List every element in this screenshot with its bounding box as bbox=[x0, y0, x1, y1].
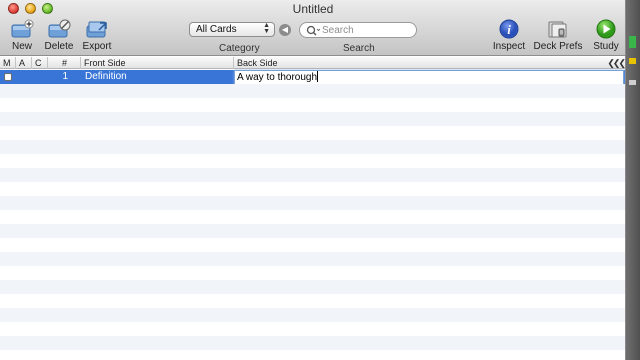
table-header: M A C # Front Side Back Side ❮❮❮ bbox=[0, 57, 625, 69]
category-label: Category bbox=[219, 43, 260, 54]
empty-row bbox=[0, 322, 625, 336]
empty-row bbox=[0, 350, 625, 360]
background-app-mark bbox=[629, 58, 636, 64]
empty-row bbox=[0, 168, 625, 182]
search-label: Search bbox=[343, 43, 375, 54]
export-label: Export bbox=[82, 41, 112, 52]
search-field[interactable] bbox=[299, 22, 417, 38]
deck-prefs-label: Deck Prefs bbox=[533, 41, 583, 52]
category-select[interactable]: All Cards ▲ ▼ bbox=[189, 22, 275, 37]
back-side-text: A way to thorough bbox=[237, 72, 318, 83]
export-button[interactable]: Export bbox=[80, 19, 114, 52]
front-side-cell[interactable]: Definition bbox=[85, 70, 233, 84]
empty-row bbox=[0, 196, 625, 210]
empty-row bbox=[0, 238, 625, 252]
inspect-button[interactable]: i Inspect bbox=[492, 19, 526, 52]
inspect-label: Inspect bbox=[492, 41, 526, 52]
table-row[interactable]: 1 Definition A way to thorough bbox=[0, 70, 625, 86]
delete-card-button[interactable]: Delete bbox=[43, 19, 75, 52]
background-app-mark bbox=[629, 36, 636, 48]
column-header-front-side[interactable]: Front Side bbox=[81, 57, 234, 69]
column-header-c[interactable]: C bbox=[32, 57, 48, 69]
empty-row bbox=[0, 210, 625, 224]
category-back-icon[interactable]: ◀ bbox=[279, 24, 291, 36]
deck-prefs-button[interactable]: Deck Prefs bbox=[532, 19, 584, 52]
column-header-m[interactable]: M bbox=[0, 57, 16, 69]
main-window: Untitled New Delete Export All Cards ▲ ▼… bbox=[0, 0, 626, 360]
empty-row bbox=[0, 126, 625, 140]
new-card-icon bbox=[11, 19, 34, 38]
svg-text:i: i bbox=[507, 22, 511, 37]
delete-label: Delete bbox=[44, 41, 74, 52]
background-window-edge bbox=[627, 0, 640, 360]
empty-row bbox=[0, 140, 625, 154]
empty-row bbox=[0, 294, 625, 308]
unified-toolbar: Untitled New Delete Export All Cards ▲ ▼… bbox=[0, 0, 625, 56]
empty-row bbox=[0, 280, 625, 294]
empty-row bbox=[0, 308, 625, 322]
empty-row bbox=[0, 98, 625, 112]
empty-row bbox=[0, 182, 625, 196]
new-card-button[interactable]: New bbox=[8, 19, 36, 52]
select-arrows-icon: ▲ ▼ bbox=[263, 22, 270, 35]
empty-row bbox=[0, 154, 625, 168]
delete-card-icon bbox=[48, 19, 71, 38]
export-icon bbox=[86, 21, 107, 38]
category-select-value: All Cards bbox=[196, 24, 237, 35]
column-header-back-side[interactable]: Back Side bbox=[234, 57, 614, 69]
row-number: 1 bbox=[62, 71, 68, 82]
text-caret bbox=[317, 71, 319, 82]
empty-row bbox=[0, 266, 625, 280]
search-icon bbox=[306, 25, 320, 36]
search-input[interactable] bbox=[322, 24, 412, 36]
empty-row bbox=[0, 336, 625, 350]
background-app-mark bbox=[629, 80, 636, 85]
deck-prefs-icon bbox=[548, 21, 567, 38]
empty-row bbox=[0, 224, 625, 238]
play-icon bbox=[596, 19, 616, 39]
study-button[interactable]: Study bbox=[590, 19, 622, 52]
window-title: Untitled bbox=[292, 2, 334, 16]
empty-row bbox=[0, 112, 625, 126]
marked-checkbox[interactable] bbox=[4, 73, 12, 81]
collapse-columns-icon[interactable]: ❮❮❮ bbox=[607, 57, 625, 69]
empty-row bbox=[0, 252, 625, 266]
column-header-a[interactable]: A bbox=[16, 57, 32, 69]
empty-row bbox=[0, 84, 625, 98]
new-label: New bbox=[11, 41, 32, 52]
column-header-number[interactable]: # bbox=[48, 57, 81, 69]
study-label: Study bbox=[593, 41, 619, 52]
info-icon: i bbox=[499, 19, 519, 39]
card-table: 1 Definition A way to thorough bbox=[0, 70, 625, 360]
